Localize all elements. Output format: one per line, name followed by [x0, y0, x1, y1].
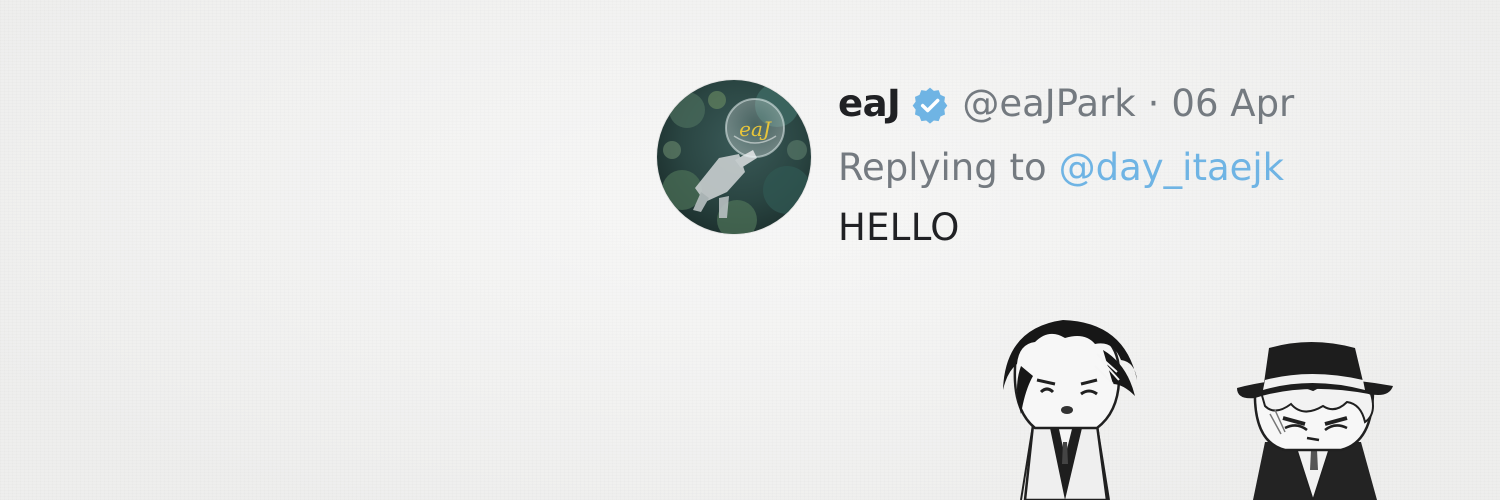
- user-handle[interactable]: @eaJPark: [962, 80, 1135, 128]
- verified-badge-icon: [910, 85, 950, 125]
- avatar-lettering: eaJ: [739, 117, 772, 141]
- tweet-card[interactable]: eaJ eaJ @eaJPark · 06 Apr Replying to @da…: [657, 80, 1417, 260]
- replying-to-handle[interactable]: @day_itaejk: [1059, 146, 1285, 189]
- replying-to-label: Replying to: [838, 146, 1047, 189]
- chibi-characters-illustration: [1003, 320, 1393, 500]
- separator-dot: ·: [1147, 82, 1160, 125]
- tweet-content: eaJ @eaJPark · 06 Apr Replying to @day_it…: [838, 80, 1408, 252]
- avatar[interactable]: eaJ: [657, 80, 811, 234]
- chibi-character-right: [1237, 342, 1393, 500]
- tweet-header: eaJ @eaJPark · 06 Apr: [838, 80, 1408, 128]
- tweet-date[interactable]: 06 Apr: [1171, 80, 1294, 128]
- replying-to-line: Replying to @day_itaejk: [838, 144, 1408, 192]
- display-name[interactable]: eaJ: [838, 80, 901, 128]
- chibi-character-left: [1003, 320, 1137, 500]
- avatar-image: eaJ: [657, 80, 811, 234]
- tweet-text: HELLO: [838, 206, 960, 249]
